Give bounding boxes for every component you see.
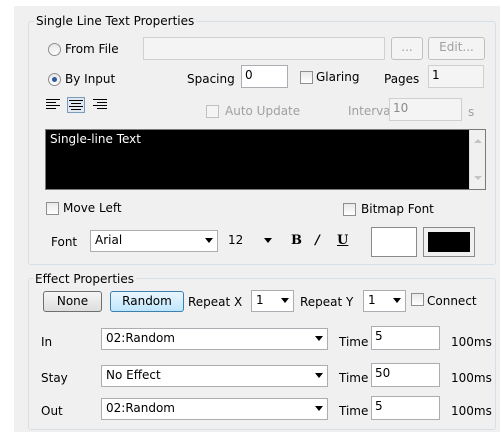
group-title: Single Line Text Properties	[34, 14, 197, 28]
font-label: Font	[51, 235, 78, 249]
spacing-input[interactable]: 0	[241, 65, 288, 88]
in-time-label: Time	[339, 335, 369, 349]
stay-label: Stay	[41, 371, 68, 385]
stay-time-unit: 100ms	[451, 371, 492, 385]
repeat-y-value: 1	[368, 293, 376, 307]
background-color-button[interactable]	[423, 227, 475, 257]
underline-icon[interactable]: U	[337, 233, 348, 249]
auto-update-checkbox[interactable]	[206, 105, 219, 118]
out-time-input[interactable]: 5	[371, 396, 440, 420]
out-time-unit: 100ms	[451, 404, 492, 418]
glaring-checkbox[interactable]	[300, 71, 313, 84]
move-left-label[interactable]: Move Left	[63, 201, 122, 215]
in-effect-value: 02:Random	[106, 331, 175, 345]
glaring-label[interactable]: Glaring	[316, 70, 359, 84]
align-center-icon[interactable]	[67, 97, 85, 113]
stay-time-label: Time	[339, 371, 369, 385]
by-input-label[interactable]: By Input	[65, 72, 115, 86]
font-select-value: Arial	[95, 233, 123, 247]
text-content-value: Single-line Text	[50, 132, 141, 146]
by-input-radio[interactable]	[48, 73, 61, 86]
auto-update-label[interactable]: Auto Update	[225, 104, 300, 118]
in-label: In	[41, 335, 53, 349]
in-time-unit: 100ms	[451, 335, 492, 349]
interval-label: Interval	[348, 104, 394, 118]
connect-label[interactable]: Connect	[427, 294, 477, 308]
from-file-radio[interactable]	[48, 43, 61, 56]
stay-time-input[interactable]: 50	[371, 363, 440, 387]
file-path-field[interactable]	[143, 37, 385, 60]
scroll-up-icon[interactable]	[474, 139, 482, 143]
italic-icon[interactable]: /	[315, 233, 320, 249]
scroll-down-icon[interactable]	[474, 176, 482, 180]
random-button[interactable]: Random	[110, 291, 184, 312]
stay-effect-select[interactable]: No Effect	[101, 365, 328, 387]
spacing-label: Spacing	[187, 72, 235, 86]
repeat-y-select[interactable]: 1	[363, 290, 406, 312]
font-size-select[interactable]: 12	[223, 230, 279, 252]
bitmap-font-checkbox[interactable]	[343, 203, 356, 216]
repeat-x-select[interactable]: 1	[251, 290, 294, 312]
from-file-label[interactable]: From File	[65, 42, 119, 56]
repeat-x-value: 1	[256, 293, 264, 307]
out-label: Out	[41, 404, 63, 418]
none-button[interactable]: None	[43, 291, 102, 312]
chevron-down-icon	[315, 373, 323, 378]
out-time-label: Time	[339, 404, 369, 418]
font-select[interactable]: Arial	[90, 230, 218, 252]
chevron-down-icon	[281, 298, 289, 303]
interval-unit: s	[468, 105, 475, 119]
stay-effect-value: No Effect	[106, 368, 161, 382]
text-scrollbar[interactable]	[469, 130, 485, 189]
font-size-value: 12	[228, 233, 244, 247]
in-effect-select[interactable]: 02:Random	[101, 328, 328, 350]
align-left-icon[interactable]	[46, 99, 60, 111]
edit-button[interactable]: Edit...	[428, 37, 485, 60]
chevron-down-icon	[393, 298, 401, 303]
chevron-down-icon	[264, 238, 272, 243]
out-effect-value: 02:Random	[106, 401, 175, 415]
bold-icon[interactable]: B	[291, 233, 302, 249]
chevron-down-icon	[315, 336, 323, 341]
out-effect-select[interactable]: 02:Random	[101, 398, 328, 420]
connect-checkbox[interactable]	[411, 293, 424, 306]
interval-input[interactable]: 10	[389, 98, 462, 121]
text-content-field[interactable]: Single-line Text	[45, 129, 486, 190]
effect-group-title: Effect Properties	[33, 272, 136, 286]
align-right-icon[interactable]	[93, 99, 107, 111]
pages-field[interactable]: 1	[428, 65, 484, 88]
in-time-input[interactable]: 5	[371, 326, 440, 350]
chevron-down-icon	[315, 406, 323, 411]
foreground-color-button[interactable]	[371, 227, 417, 257]
repeat-y-label: Repeat Y	[300, 295, 354, 309]
browse-button[interactable]: ...	[391, 37, 423, 60]
background-color-swatch	[428, 232, 470, 252]
bitmap-font-label[interactable]: Bitmap Font	[361, 202, 434, 216]
repeat-x-label: Repeat X	[188, 295, 243, 309]
move-left-checkbox[interactable]	[46, 202, 59, 215]
chevron-down-icon	[205, 238, 213, 243]
pages-label: Pages	[384, 72, 420, 86]
